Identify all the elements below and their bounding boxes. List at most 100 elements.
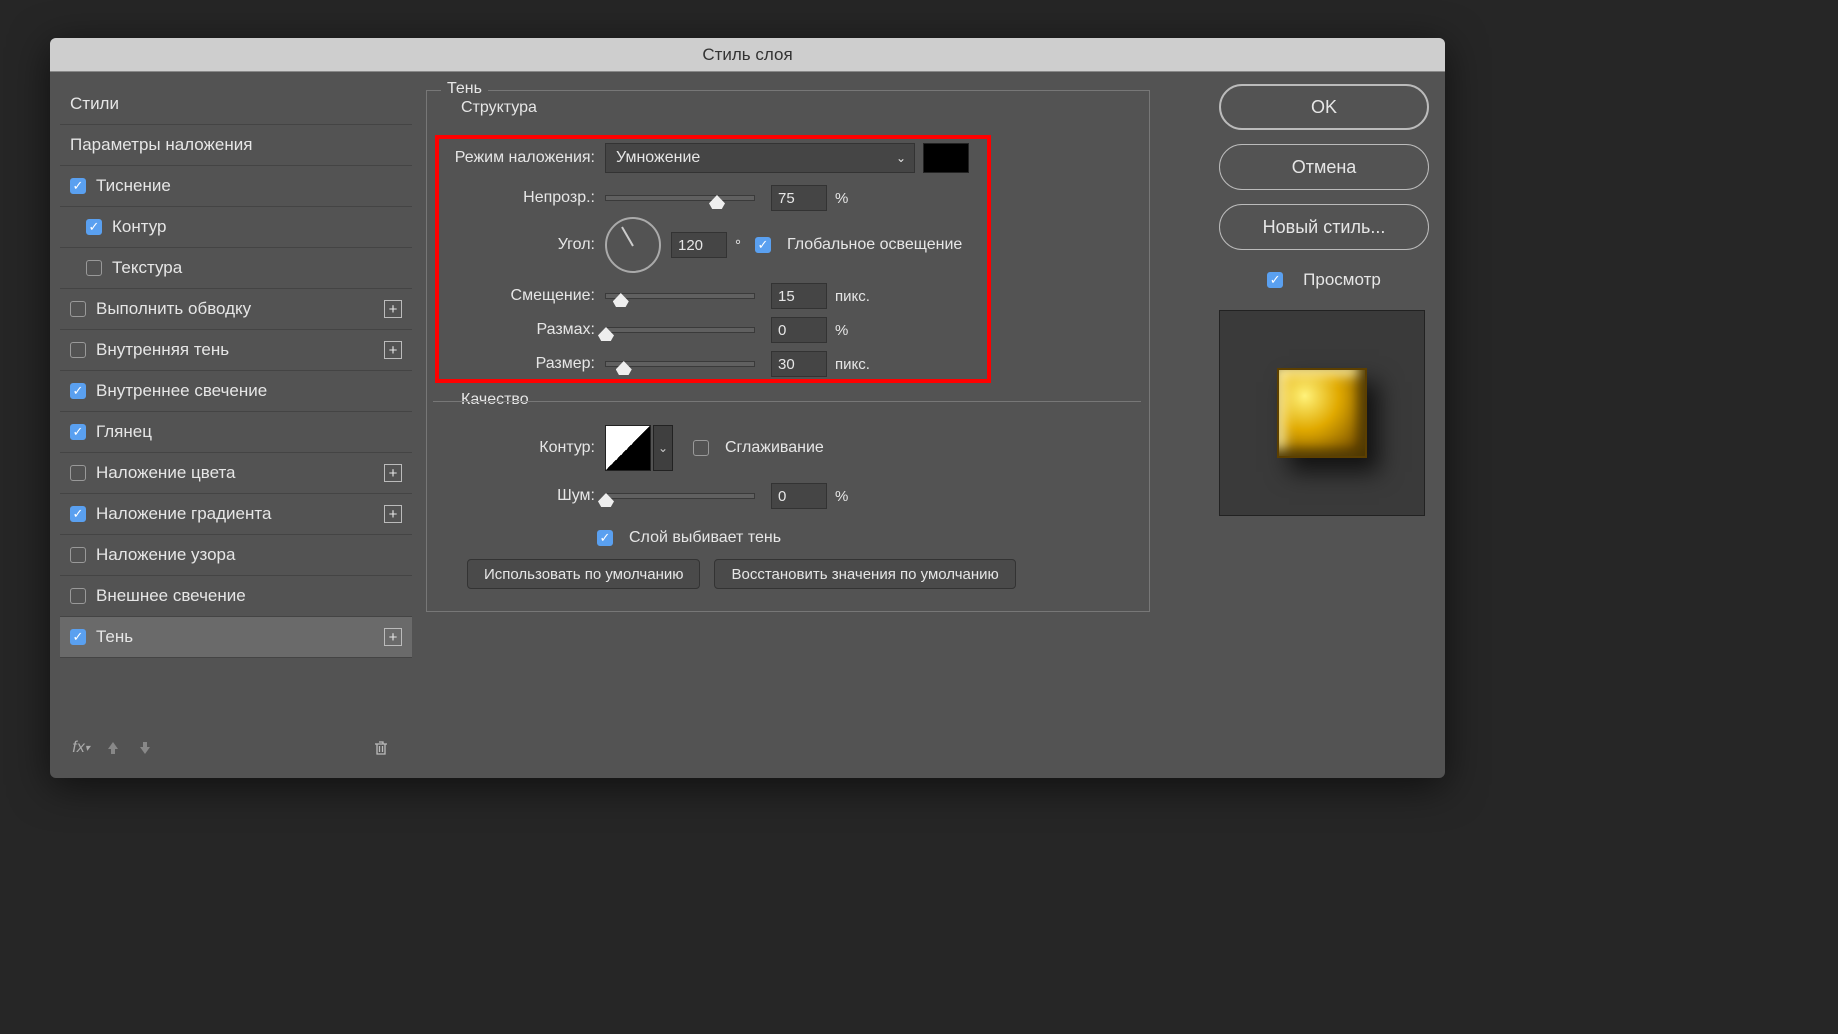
add-instance-icon[interactable]: +	[384, 505, 402, 523]
angle-input[interactable]: 120	[671, 232, 727, 258]
contour-preview[interactable]	[605, 425, 651, 471]
new-style-button[interactable]: Новый стиль...	[1219, 204, 1429, 250]
sidebar-item-inner-shadow[interactable]: Внутренняя тень +	[60, 330, 412, 371]
opacity-slider[interactable]	[605, 195, 755, 201]
antialias-checkbox[interactable]	[693, 440, 709, 456]
angle-dial[interactable]	[605, 217, 661, 273]
sidebar-styles[interactable]: Стили	[60, 84, 412, 125]
angle-row: Угол: 120 ° ✓ Глобальное освещение	[439, 215, 962, 275]
opacity-input[interactable]: 75	[771, 185, 827, 211]
sidebar-item-inner-glow[interactable]: ✓ Внутреннее свечение	[60, 371, 412, 412]
checkbox-off-icon[interactable]	[70, 588, 86, 604]
sidebar-item-label: Тень	[96, 627, 133, 647]
contour-dropdown[interactable]: ⌄	[653, 425, 673, 471]
ok-button[interactable]: OK	[1219, 84, 1429, 130]
add-instance-icon[interactable]: +	[384, 628, 402, 646]
checkbox-off-icon[interactable]	[86, 260, 102, 276]
cancel-button[interactable]: Отмена	[1219, 144, 1429, 190]
angle-unit: °	[735, 237, 741, 254]
sidebar-item-label: Контур	[112, 217, 167, 237]
dialog-buttons: OK Отмена Новый стиль... ✓ Просмотр	[1219, 84, 1429, 766]
add-instance-icon[interactable]: +	[384, 464, 402, 482]
spread-row: Размах: 0 %	[439, 313, 848, 347]
slider-thumb[interactable]	[598, 327, 614, 341]
sidebar-item-gradient-overlay[interactable]: ✓ Наложение градиента +	[60, 494, 412, 535]
spread-input[interactable]: 0	[771, 317, 827, 343]
distance-slider[interactable]	[605, 293, 755, 299]
noise-slider[interactable]	[605, 493, 755, 499]
knockout-checkbox[interactable]: ✓	[597, 530, 613, 546]
blend-mode-value: Умножение	[616, 149, 700, 167]
slider-thumb[interactable]	[709, 195, 725, 209]
size-input[interactable]: 30	[771, 351, 827, 377]
divider	[433, 401, 1141, 402]
trash-icon[interactable]	[370, 737, 392, 759]
dialog-content: Стили Параметры наложения ✓ Тиснение ✓ К…	[50, 72, 1445, 778]
slider-thumb[interactable]	[616, 361, 632, 375]
sidebar-item-drop-shadow[interactable]: ✓ Тень +	[60, 617, 412, 658]
preview-checkbox[interactable]: ✓	[1267, 272, 1283, 288]
sidebar-item-satin[interactable]: ✓ Глянец	[60, 412, 412, 453]
layer-style-dialog: Стиль слоя Стили Параметры наложения ✓ Т…	[50, 38, 1445, 778]
angle-needle	[621, 226, 634, 246]
opacity-label: Непрозр.:	[439, 189, 595, 207]
sidebar-item-texture[interactable]: Текстура	[60, 248, 412, 289]
sidebar-item-label: Наложение градиента	[96, 504, 271, 524]
global-light-checkbox[interactable]: ✓	[755, 237, 771, 253]
checkbox-on-icon[interactable]: ✓	[70, 629, 86, 645]
checkbox-on-icon[interactable]: ✓	[70, 178, 86, 194]
quality-legend: Качество	[455, 391, 535, 409]
checkbox-on-icon[interactable]: ✓	[70, 506, 86, 522]
preview-swatch	[1277, 368, 1367, 458]
size-unit: пикс.	[835, 356, 870, 373]
checkbox-on-icon[interactable]: ✓	[86, 219, 102, 235]
make-default-button[interactable]: Использовать по умолчанию	[467, 559, 700, 589]
size-row: Размер: 30 пикс.	[439, 347, 870, 381]
preview-label: Просмотр	[1303, 270, 1381, 290]
sidebar-item-contour[interactable]: ✓ Контур	[60, 207, 412, 248]
contour-label: Контур:	[439, 439, 595, 457]
checkbox-off-icon[interactable]	[70, 342, 86, 358]
settings-panel: Тень Структура Режим наложения: Умножени…	[426, 84, 1205, 766]
fx-menu-icon[interactable]: fx▾	[70, 737, 92, 759]
sidebar-item-outer-glow[interactable]: Внешнее свечение	[60, 576, 412, 617]
sidebar-item-label: Внутренняя тень	[96, 340, 229, 360]
sidebar-blending-options[interactable]: Параметры наложения	[60, 125, 412, 166]
sidebar-blending-label: Параметры наложения	[70, 135, 252, 155]
sidebar-item-label: Текстура	[112, 258, 182, 278]
move-down-icon[interactable]	[134, 737, 156, 759]
distance-input[interactable]: 15	[771, 283, 827, 309]
checkbox-on-icon[interactable]: ✓	[70, 383, 86, 399]
slider-thumb[interactable]	[613, 293, 629, 307]
sidebar-item-label: Глянец	[96, 422, 152, 442]
sidebar-styles-label: Стили	[70, 94, 119, 114]
sidebar-item-label: Тиснение	[96, 176, 171, 196]
shadow-color-swatch[interactable]	[923, 143, 969, 173]
blend-mode-select[interactable]: Умножение ⌄	[605, 143, 915, 173]
checkbox-off-icon[interactable]	[70, 465, 86, 481]
add-instance-icon[interactable]: +	[384, 300, 402, 318]
sidebar-item-bevel[interactable]: ✓ Тиснение	[60, 166, 412, 207]
sidebar-item-stroke[interactable]: Выполнить обводку +	[60, 289, 412, 330]
move-up-icon[interactable]	[102, 737, 124, 759]
global-light-label: Глобальное освещение	[787, 236, 962, 254]
checkbox-off-icon[interactable]	[70, 547, 86, 563]
noise-label: Шум:	[439, 487, 595, 505]
contour-row: Контур: ⌄ Сглаживание	[439, 423, 824, 473]
checkbox-off-icon[interactable]	[70, 301, 86, 317]
size-slider[interactable]	[605, 361, 755, 367]
slider-thumb[interactable]	[598, 493, 614, 507]
window-titlebar[interactable]: Стиль слоя	[50, 38, 1445, 72]
defaults-row: Использовать по умолчанию Восстановить з…	[467, 557, 1016, 591]
blend-mode-row: Режим наложения: Умножение ⌄	[439, 141, 969, 175]
spread-slider[interactable]	[605, 327, 755, 333]
distance-label: Смещение:	[439, 287, 595, 305]
sidebar-item-label: Внутреннее свечение	[96, 381, 267, 401]
noise-input[interactable]: 0	[771, 483, 827, 509]
reset-default-button[interactable]: Восстановить значения по умолчанию	[714, 559, 1015, 589]
checkbox-on-icon[interactable]: ✓	[70, 424, 86, 440]
add-instance-icon[interactable]: +	[384, 341, 402, 359]
sidebar-footer: fx▾	[60, 730, 412, 766]
sidebar-item-color-overlay[interactable]: Наложение цвета +	[60, 453, 412, 494]
sidebar-item-pattern-overlay[interactable]: Наложение узора	[60, 535, 412, 576]
